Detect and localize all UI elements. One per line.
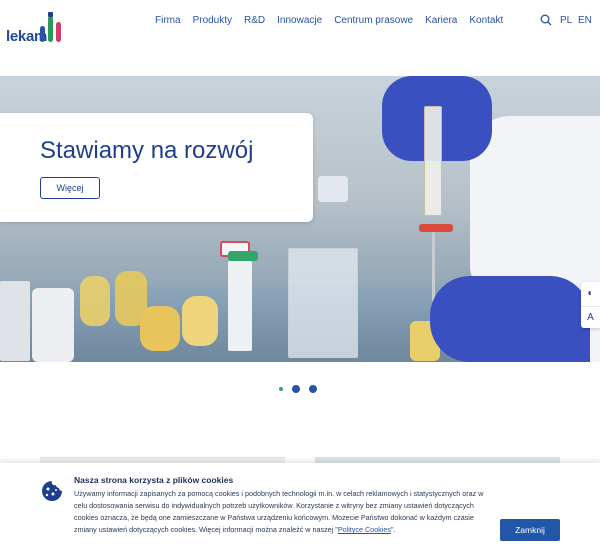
hero-slider: Stawiamy na rozwój Więcej: [0, 76, 600, 362]
lab-coat-sleeve: [470, 116, 600, 296]
lang-en[interactable]: EN: [578, 15, 592, 26]
nav-firma[interactable]: Firma: [155, 15, 181, 26]
nav-centrum-prasowe[interactable]: Centrum prasowe: [334, 15, 413, 26]
site-header: lekam Firma Produkty R&D Innowacje Centr…: [0, 0, 600, 76]
contrast-icon[interactable]: ◐: [581, 282, 600, 304]
cookie-icon: [42, 481, 62, 501]
nav-rd[interactable]: R&D: [244, 15, 265, 26]
bottle-shape: [32, 288, 74, 362]
search-icon[interactable]: [540, 14, 552, 26]
hero-title: Stawiamy na rozwój: [40, 137, 254, 164]
nav-produkty[interactable]: Produkty: [193, 15, 232, 26]
lang-pl[interactable]: PL: [560, 15, 572, 26]
nav-innowacje[interactable]: Innowacje: [277, 15, 322, 26]
tube-shape: [228, 261, 252, 351]
cookie-policy-link[interactable]: Polityce Cookies: [338, 525, 391, 534]
slider-dots: [279, 385, 317, 393]
slider-dot-2[interactable]: [292, 385, 300, 393]
bottle-shape: [318, 176, 348, 202]
cookie-banner: Nasza strona korzysta z plików cookies U…: [0, 463, 600, 560]
nav-kontakt[interactable]: Kontakt: [469, 15, 503, 26]
logo-vials-icon: [40, 12, 61, 42]
main-nav: Firma Produkty R&D Innowacje Centrum pra…: [155, 15, 515, 26]
beaker-shape: [288, 248, 358, 358]
flask-shape: [182, 296, 218, 346]
cookie-text: Używamy informacji zapisanych za pomocą …: [74, 488, 489, 536]
cookie-text-end: ".: [390, 525, 396, 534]
gloved-hand-lower: [430, 276, 590, 362]
flask-shape: [80, 276, 110, 326]
lekam-logo[interactable]: lekam: [6, 12, 66, 48]
flask-shape: [140, 306, 180, 351]
close-cookie-button[interactable]: Zamknij: [500, 519, 560, 541]
syringe-collar: [419, 224, 453, 232]
cookie-title: Nasza strona korzysta z plików cookies: [74, 475, 234, 485]
tube-cap: [228, 251, 258, 261]
accessibility-tools: ◐ A: [581, 282, 600, 328]
cookie-body: Używamy informacji zapisanych za pomocą …: [74, 489, 484, 534]
nav-kariera[interactable]: Kariera: [425, 15, 457, 26]
font-size-icon[interactable]: A: [581, 306, 600, 328]
slider-dot-3[interactable]: [309, 385, 317, 393]
hero-card: Stawiamy na rozwój Więcej: [0, 113, 313, 222]
more-button[interactable]: Więcej: [40, 177, 100, 199]
syringe-needle: [432, 232, 435, 302]
slider-dot-1[interactable]: [279, 387, 283, 391]
syringe-barrel: [424, 106, 442, 216]
bottle-shape: [0, 281, 30, 361]
